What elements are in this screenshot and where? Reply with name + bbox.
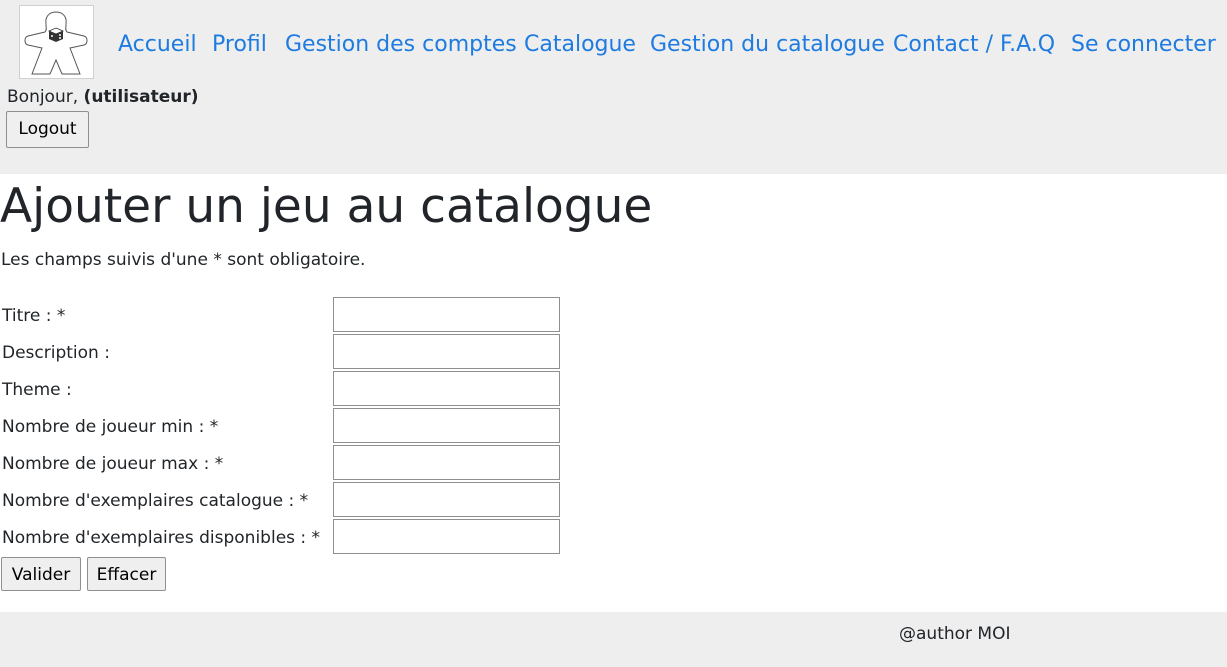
available-copies-input[interactable]: [333, 519, 560, 554]
logo[interactable]: [19, 5, 94, 79]
description-label: Description :: [2, 343, 110, 363]
greeting-prefix: Bonjour,: [7, 87, 79, 107]
footer-author: @author MOI: [899, 624, 1011, 644]
footer: @author MOI: [0, 612, 1227, 667]
available-copies-label: Nombre d'exemplaires disponibles : *: [2, 528, 321, 548]
nav-accueil[interactable]: Accueil: [118, 30, 197, 60]
nav-gestion-comptes[interactable]: Gestion des comptes: [285, 30, 517, 60]
nav-se-connecter[interactable]: Se connecter: [1071, 30, 1216, 60]
min-players-input[interactable]: [333, 408, 560, 443]
title-label: Titre : *: [2, 306, 66, 326]
catalog-copies-input[interactable]: [333, 482, 560, 517]
form-subtitle: Les champs suivis d'une * sont obligatoi…: [1, 250, 366, 270]
description-input[interactable]: [333, 334, 560, 369]
user-greeting: Bonjour, (utilisateur): [7, 86, 199, 108]
nav-gestion-catalogue[interactable]: Gestion du catalogue: [650, 30, 885, 60]
nav-contact-faq[interactable]: Contact / F.A.Q: [893, 30, 1055, 60]
header: Accueil Profil Gestion des comptes Catal…: [0, 0, 1227, 174]
theme-input[interactable]: [333, 371, 560, 406]
max-players-input[interactable]: [333, 445, 560, 480]
nav-profil[interactable]: Profil: [212, 30, 267, 60]
meeple-dice-icon: [24, 11, 88, 75]
logout-button[interactable]: Logout: [6, 111, 89, 148]
max-players-label: Nombre de joueur max : *: [2, 454, 224, 474]
page-title: Ajouter un jeu au catalogue: [0, 179, 653, 234]
title-input[interactable]: [333, 297, 560, 332]
reset-button[interactable]: Effacer: [87, 557, 166, 591]
submit-button[interactable]: Valider: [1, 557, 81, 591]
catalog-copies-label: Nombre d'exemplaires catalogue : *: [2, 491, 309, 511]
min-players-label: Nombre de joueur min : *: [2, 417, 219, 437]
nav-catalogue[interactable]: Catalogue: [524, 30, 636, 60]
username: (utilisateur): [83, 87, 199, 107]
theme-label: Theme :: [2, 380, 72, 400]
